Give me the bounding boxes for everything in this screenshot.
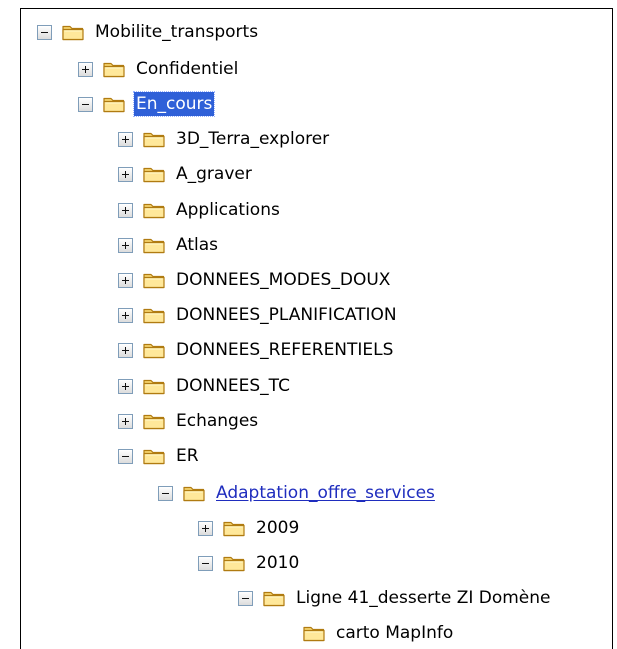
tree-node-label[interactable]: DONNEES_PLANIFICATION (174, 303, 399, 327)
tree-node-label[interactable]: Mobilite_transports (93, 20, 260, 44)
tree-node-label[interactable]: DONNEES_MODES_DOUX (174, 268, 392, 292)
expand-icon[interactable] (118, 202, 133, 218)
tree-node-confidentiel[interactable]: Confidentiel (78, 53, 240, 85)
collapse-icon[interactable] (78, 96, 93, 112)
tree-node-3d-terra-explorer[interactable]: 3D_Terra_explorer (118, 123, 331, 155)
folder-icon (142, 305, 166, 325)
collapse-icon[interactable] (37, 24, 52, 40)
folder-icon (182, 483, 206, 503)
expand-icon[interactable] (198, 520, 213, 536)
expand-icon[interactable] (78, 61, 93, 77)
tree-node-label[interactable]: DONNEES_TC (174, 374, 292, 398)
tree-node-label[interactable]: DONNEES_REFERENTIELS (174, 338, 395, 362)
folder-icon (222, 518, 246, 538)
folder-icon (262, 588, 286, 608)
folder-icon (142, 200, 166, 220)
tree-node-label[interactable]: Atlas (174, 233, 220, 257)
expand-icon[interactable] (118, 166, 133, 182)
tree-node-donnees-tc[interactable]: DONNEES_TC (118, 370, 292, 402)
tree-node-label[interactable]: Ligne 41_desserte ZI Domène (294, 586, 553, 610)
tree-node-a-graver[interactable]: A_graver (118, 158, 254, 190)
tree-node-atlas[interactable]: Atlas (118, 229, 220, 261)
collapse-icon[interactable] (118, 448, 133, 464)
collapse-icon[interactable] (238, 590, 253, 606)
tree-node-label[interactable]: A_graver (174, 162, 254, 186)
folder-icon (142, 340, 166, 360)
expand-icon[interactable] (118, 413, 133, 429)
tree-node-label[interactable]: Applications (174, 198, 282, 222)
tree-node-label[interactable]: carto MapInfo (334, 621, 455, 645)
tree-node-mobilite-transports[interactable]: Mobilite_transports (37, 16, 260, 48)
tree-node-label[interactable]: ER (174, 444, 201, 468)
expand-icon[interactable] (118, 378, 133, 394)
tree-node-label[interactable]: 3D_Terra_explorer (174, 127, 331, 151)
tree-node-label-selected[interactable]: En_cours (132, 91, 216, 117)
tree-node-ligne-41[interactable]: Ligne 41_desserte ZI Domène (238, 582, 553, 614)
folder-icon (102, 59, 126, 79)
folder-icon (142, 376, 166, 396)
folder-icon (142, 129, 166, 149)
folder-icon (142, 270, 166, 290)
tree-node-label[interactable]: Confidentiel (134, 57, 240, 81)
expand-icon[interactable] (118, 307, 133, 323)
expand-icon[interactable] (118, 237, 133, 253)
tree-node-carto-mapinfo[interactable]: carto MapInfo (278, 617, 455, 649)
tree-node-er[interactable]: ER (118, 440, 201, 472)
tree-node-label[interactable]: Echanges (174, 409, 260, 433)
folder-icon (302, 623, 326, 643)
folder-icon (142, 235, 166, 255)
collapse-icon[interactable] (158, 485, 173, 501)
tree-node-link-label[interactable]: Adaptation_offre_services (214, 481, 437, 505)
expand-icon[interactable] (118, 342, 133, 358)
tree-node-donnees-modes-doux[interactable]: DONNEES_MODES_DOUX (118, 264, 392, 296)
tree-node-label[interactable]: 2010 (254, 551, 301, 575)
tree-node-donnees-referentiels[interactable]: DONNEES_REFERENTIELS (118, 334, 395, 366)
expand-icon[interactable] (118, 131, 133, 147)
folder-icon (142, 411, 166, 431)
tree-node-2010[interactable]: 2010 (198, 547, 301, 579)
tree-node-label[interactable]: 2009 (254, 516, 301, 540)
collapse-icon[interactable] (198, 555, 213, 571)
tree-node-donnees-planification[interactable]: DONNEES_PLANIFICATION (118, 299, 399, 331)
expand-icon[interactable] (118, 272, 133, 288)
tree-node-2009[interactable]: 2009 (198, 512, 301, 544)
folder-icon (61, 22, 85, 42)
folder-icon (142, 446, 166, 466)
tree-node-applications[interactable]: Applications (118, 194, 282, 226)
folder-icon (102, 94, 126, 114)
folder-icon (222, 553, 246, 573)
folder-tree: Mobilite_transports Confidentiel En_cour… (0, 0, 617, 649)
tree-node-adaptation-offre-services[interactable]: Adaptation_offre_services (158, 477, 437, 509)
tree-node-en-cours[interactable]: En_cours (78, 88, 216, 120)
folder-icon (142, 164, 166, 184)
tree-node-echanges[interactable]: Echanges (118, 405, 260, 437)
